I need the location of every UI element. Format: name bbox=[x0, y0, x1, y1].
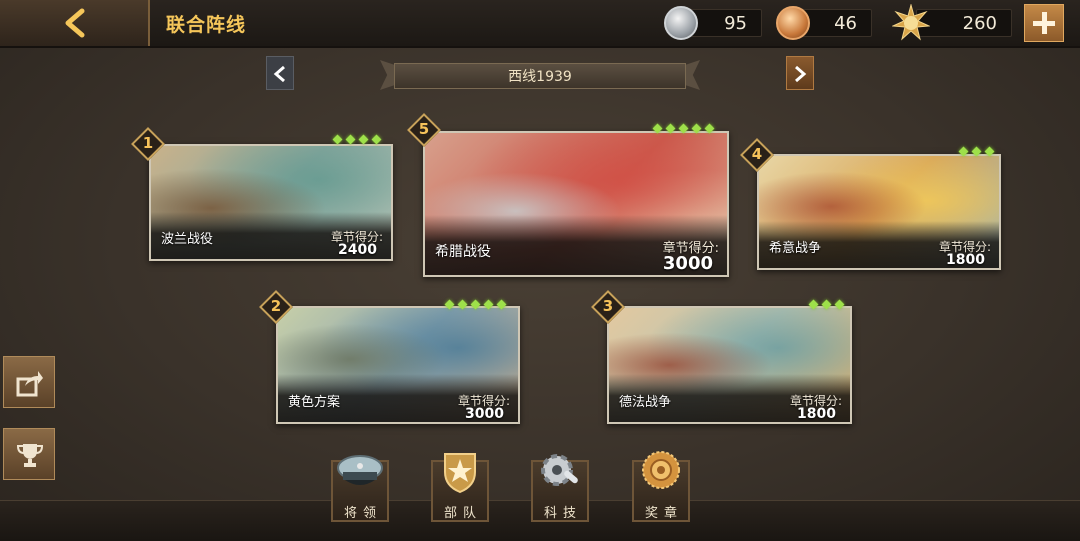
share-button[interactable] bbox=[3, 356, 55, 408]
menu-label: 部队 bbox=[443, 506, 482, 521]
star-rating bbox=[652, 117, 719, 134]
back-arrow-icon bbox=[65, 8, 85, 38]
chapter-number: 5 bbox=[418, 120, 430, 138]
star-rating bbox=[332, 128, 386, 145]
page-title: 联合阵线 bbox=[166, 14, 247, 36]
region-label: 西线1939 bbox=[508, 69, 572, 85]
menu-label: 将领 bbox=[343, 506, 382, 521]
resource-gold: 260 bbox=[916, 9, 1012, 37]
chapter-score: 1800 bbox=[797, 406, 836, 422]
medal-icon bbox=[642, 451, 680, 489]
top-bar: 联合阵线 95 46 260 bbox=[0, 0, 1080, 48]
gold-count: 260 bbox=[962, 13, 997, 34]
prev-region-button[interactable] bbox=[266, 56, 294, 90]
chapter-name: 德法战争 bbox=[619, 395, 672, 410]
chapter-number: 3 bbox=[602, 297, 614, 315]
share-icon bbox=[16, 371, 43, 397]
back-button[interactable] bbox=[0, 0, 150, 46]
bronze-medal-icon bbox=[776, 6, 810, 40]
menu-tech-button[interactable]: 科技 bbox=[529, 450, 591, 522]
menu-generals-button[interactable]: 将领 bbox=[329, 450, 391, 522]
add-resource-button[interactable] bbox=[1024, 4, 1064, 42]
silver-medal-icon bbox=[664, 6, 698, 40]
silver-count: 95 bbox=[724, 13, 747, 34]
region-banner: 西线1939 bbox=[380, 60, 700, 90]
chapter-score: 2400 bbox=[338, 242, 377, 258]
trophy-icon bbox=[16, 444, 44, 467]
chapter-name: 希腊战役 bbox=[435, 244, 491, 260]
unit-emblem-icon bbox=[444, 453, 476, 494]
chapter-name: 黄色方案 bbox=[288, 395, 341, 410]
chapter-card-5[interactable]: 希腊战役 章节得分: 3000 bbox=[423, 131, 729, 277]
chapter-card-4[interactable]: 希意战争 章节得分: 1800 bbox=[757, 154, 1001, 270]
next-region-button[interactable] bbox=[786, 56, 814, 90]
chevron-left-icon bbox=[273, 65, 285, 83]
chapter-score: 3000 bbox=[465, 406, 504, 422]
gold-star-badge-icon bbox=[892, 4, 930, 41]
gear-wrench-icon bbox=[541, 454, 578, 486]
bronze-count: 46 bbox=[834, 13, 857, 34]
menu-medals-button[interactable]: 奖章 bbox=[630, 450, 692, 522]
star-rating bbox=[958, 140, 999, 157]
chapter-number: 2 bbox=[270, 297, 282, 315]
chapter-name: 波兰战役 bbox=[161, 232, 214, 247]
chapter-card-3[interactable]: 德法战争 章节得分: 1800 bbox=[607, 306, 852, 424]
menu-label: 奖章 bbox=[644, 506, 683, 521]
chapter-name: 希意战争 bbox=[769, 241, 822, 256]
chapter-score: 1800 bbox=[946, 252, 985, 268]
star-rating bbox=[808, 293, 849, 310]
chapter-card-1[interactable]: 波兰战役 章节得分: 2400 bbox=[149, 144, 393, 261]
menu-label: 科技 bbox=[543, 506, 582, 521]
chevron-right-icon bbox=[795, 65, 807, 83]
officer-cap-icon bbox=[337, 455, 383, 485]
star-rating bbox=[444, 293, 511, 310]
trophy-button[interactable] bbox=[3, 428, 55, 480]
chapter-number: 1 bbox=[142, 134, 154, 152]
chapter-card-2[interactable]: 黄色方案 章节得分: 3000 bbox=[276, 306, 520, 424]
chapter-score: 3000 bbox=[662, 253, 713, 274]
chapter-number: 4 bbox=[751, 145, 763, 163]
menu-troops-button[interactable]: 部队 bbox=[429, 450, 491, 522]
